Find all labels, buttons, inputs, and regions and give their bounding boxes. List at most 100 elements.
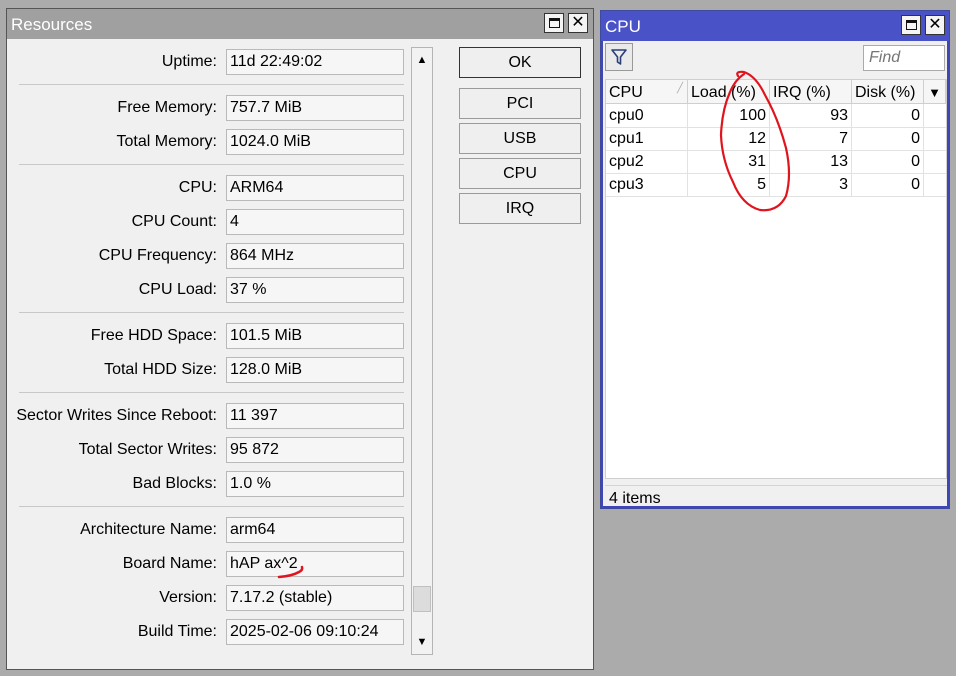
field-label: CPU Load: [138, 281, 217, 298]
field-label: Total Memory: [116, 133, 217, 150]
field-row: Version: 7.17.2 (stable) [7, 585, 407, 611]
cell-load: 31 [688, 150, 770, 173]
field-value[interactable]: arm64 [226, 517, 404, 543]
cpu-titlebar[interactable]: CPU ✕ [601, 11, 949, 41]
table-row[interactable]: cpu0 100 93 0 [606, 104, 946, 128]
group-separator [19, 164, 404, 165]
maximize-button[interactable] [544, 13, 564, 33]
cpu-button[interactable]: CPU [459, 158, 581, 189]
cell-irq: 13 [770, 150, 852, 173]
field-value[interactable]: 4 [226, 209, 404, 235]
resources-titlebar[interactable]: Resources ✕ [7, 9, 593, 39]
group-separator [19, 312, 404, 313]
field-label: Architecture Name: [80, 521, 217, 538]
scroll-down-button[interactable]: ▼ [412, 631, 432, 653]
field-label: CPU: [178, 179, 217, 196]
field-row: Total Memory: 1024.0 MiB [7, 129, 407, 155]
cell-disk: 0 [852, 104, 924, 127]
field-row: Board Name: hAP ax^2 [7, 551, 407, 577]
field-value[interactable]: 95 872 [226, 437, 404, 463]
funnel-icon [611, 49, 627, 65]
vertical-scrollbar[interactable]: ▲ ▼ [411, 47, 433, 655]
filter-button[interactable] [605, 43, 633, 71]
field-value[interactable]: 7.17.2 (stable) [226, 585, 404, 611]
field-row: Uptime: 11d 22:49:02 [7, 49, 407, 75]
field-label: CPU Frequency: [98, 247, 217, 264]
cpu-window-body: CPU ╱ Load (%) IRQ (%) Disk (%) ▼ cpu010… [603, 41, 947, 507]
table-row[interactable]: cpu1 12 7 0 [606, 127, 946, 151]
field-row: CPU Load: 37 % [7, 277, 407, 303]
field-row: Total Sector Writes: 95 872 [7, 437, 407, 463]
field-label: Sector Writes Since Reboot: [16, 407, 217, 424]
arrow-up-icon: ▲ [416, 54, 428, 66]
maximize-icon [548, 18, 560, 28]
table-row[interactable]: cpu3 5 3 0 [606, 173, 946, 197]
cell-cpu: cpu0 [606, 104, 688, 127]
field-value[interactable]: 1.0 % [226, 471, 404, 497]
scroll-thumb[interactable] [413, 585, 431, 612]
cpu-maximize-button[interactable] [901, 15, 921, 35]
field-value[interactable]: 128.0 MiB [226, 357, 404, 383]
cell-irq: 7 [770, 127, 852, 150]
cell-irq: 93 [770, 104, 852, 127]
field-row: Sector Writes Since Reboot: 11 397 [7, 403, 407, 429]
field-value[interactable]: hAP ax^2 [226, 551, 404, 577]
usb-button[interactable]: USB [459, 123, 581, 154]
field-value[interactable]: ARM64 [226, 175, 404, 201]
field-value[interactable]: 2025-02-06 09:10:24 [226, 619, 404, 645]
field-row: CPU Count: 4 [7, 209, 407, 235]
irq-button[interactable]: IRQ [459, 193, 581, 224]
group-separator [19, 506, 404, 507]
column-header-cpu[interactable]: CPU ╱ [606, 80, 688, 104]
cell-disk: 0 [852, 150, 924, 173]
cell-disk: 0 [852, 173, 924, 196]
cpu-table: CPU ╱ Load (%) IRQ (%) Disk (%) ▼ cpu0 10… [605, 79, 947, 479]
resources-title: Resources [11, 15, 93, 34]
column-header-load[interactable]: Load (%) [688, 80, 770, 104]
column-header-disk[interactable]: Disk (%) [852, 80, 924, 104]
close-button[interactable]: ✕ [568, 13, 588, 33]
close-icon: ✕ [571, 14, 585, 31]
cpu-close-button[interactable]: ✕ [925, 15, 945, 35]
arrow-down-icon: ▼ [416, 636, 428, 648]
cell-disk: 0 [852, 127, 924, 150]
field-value[interactable]: 11 397 [226, 403, 404, 429]
field-label: Board Name: [122, 555, 217, 572]
cell-cpu: cpu3 [606, 173, 688, 196]
field-label: Free HDD Space: [90, 327, 217, 344]
field-value[interactable]: 757.7 MiB [226, 95, 404, 121]
cell-irq: 3 [770, 173, 852, 196]
field-row: Bad Blocks: 1.0 % [7, 471, 407, 497]
find-input[interactable] [863, 45, 945, 71]
field-label: Build Time: [137, 623, 217, 640]
field-row: Free HDD Space: 101.5 MiB [7, 323, 407, 349]
field-value[interactable]: 101.5 MiB [226, 323, 404, 349]
field-label: Total HDD Size: [104, 361, 217, 378]
field-row: Architecture Name: arm64 [7, 517, 407, 543]
cell-load: 12 [688, 127, 770, 150]
cpu-title: CPU [605, 17, 641, 36]
field-value[interactable]: 1024.0 MiB [226, 129, 404, 155]
field-row: Free Memory: 757.7 MiB [7, 95, 407, 121]
field-label: Version: [159, 589, 217, 606]
field-label: Uptime: [161, 53, 217, 70]
group-separator [19, 84, 404, 85]
pci-button[interactable]: PCI [459, 88, 581, 119]
close-icon: ✕ [928, 16, 942, 33]
field-value[interactable]: 11d 22:49:02 [226, 49, 404, 75]
cell-cpu: cpu2 [606, 150, 688, 173]
column-menu-button[interactable]: ▼ [924, 80, 946, 104]
caret-down-icon: ▼ [928, 85, 941, 100]
table-row[interactable]: cpu2 31 13 0 [606, 150, 946, 174]
field-value[interactable]: 864 MHz [226, 243, 404, 269]
field-label: Free Memory: [117, 99, 217, 116]
cell-cpu: cpu1 [606, 127, 688, 150]
ok-button[interactable]: OK [459, 47, 581, 78]
field-value[interactable]: 37 % [226, 277, 404, 303]
status-footer: 4 items [605, 485, 947, 511]
cpu-window: CPU ✕ CPU ╱ Load (%) IRQ (%) Disk (%) ▼ [600, 10, 950, 509]
column-header-irq[interactable]: IRQ (%) [770, 80, 852, 104]
field-label: Bad Blocks: [132, 475, 217, 492]
scroll-up-button[interactable]: ▲ [412, 49, 432, 71]
group-separator [19, 392, 404, 393]
